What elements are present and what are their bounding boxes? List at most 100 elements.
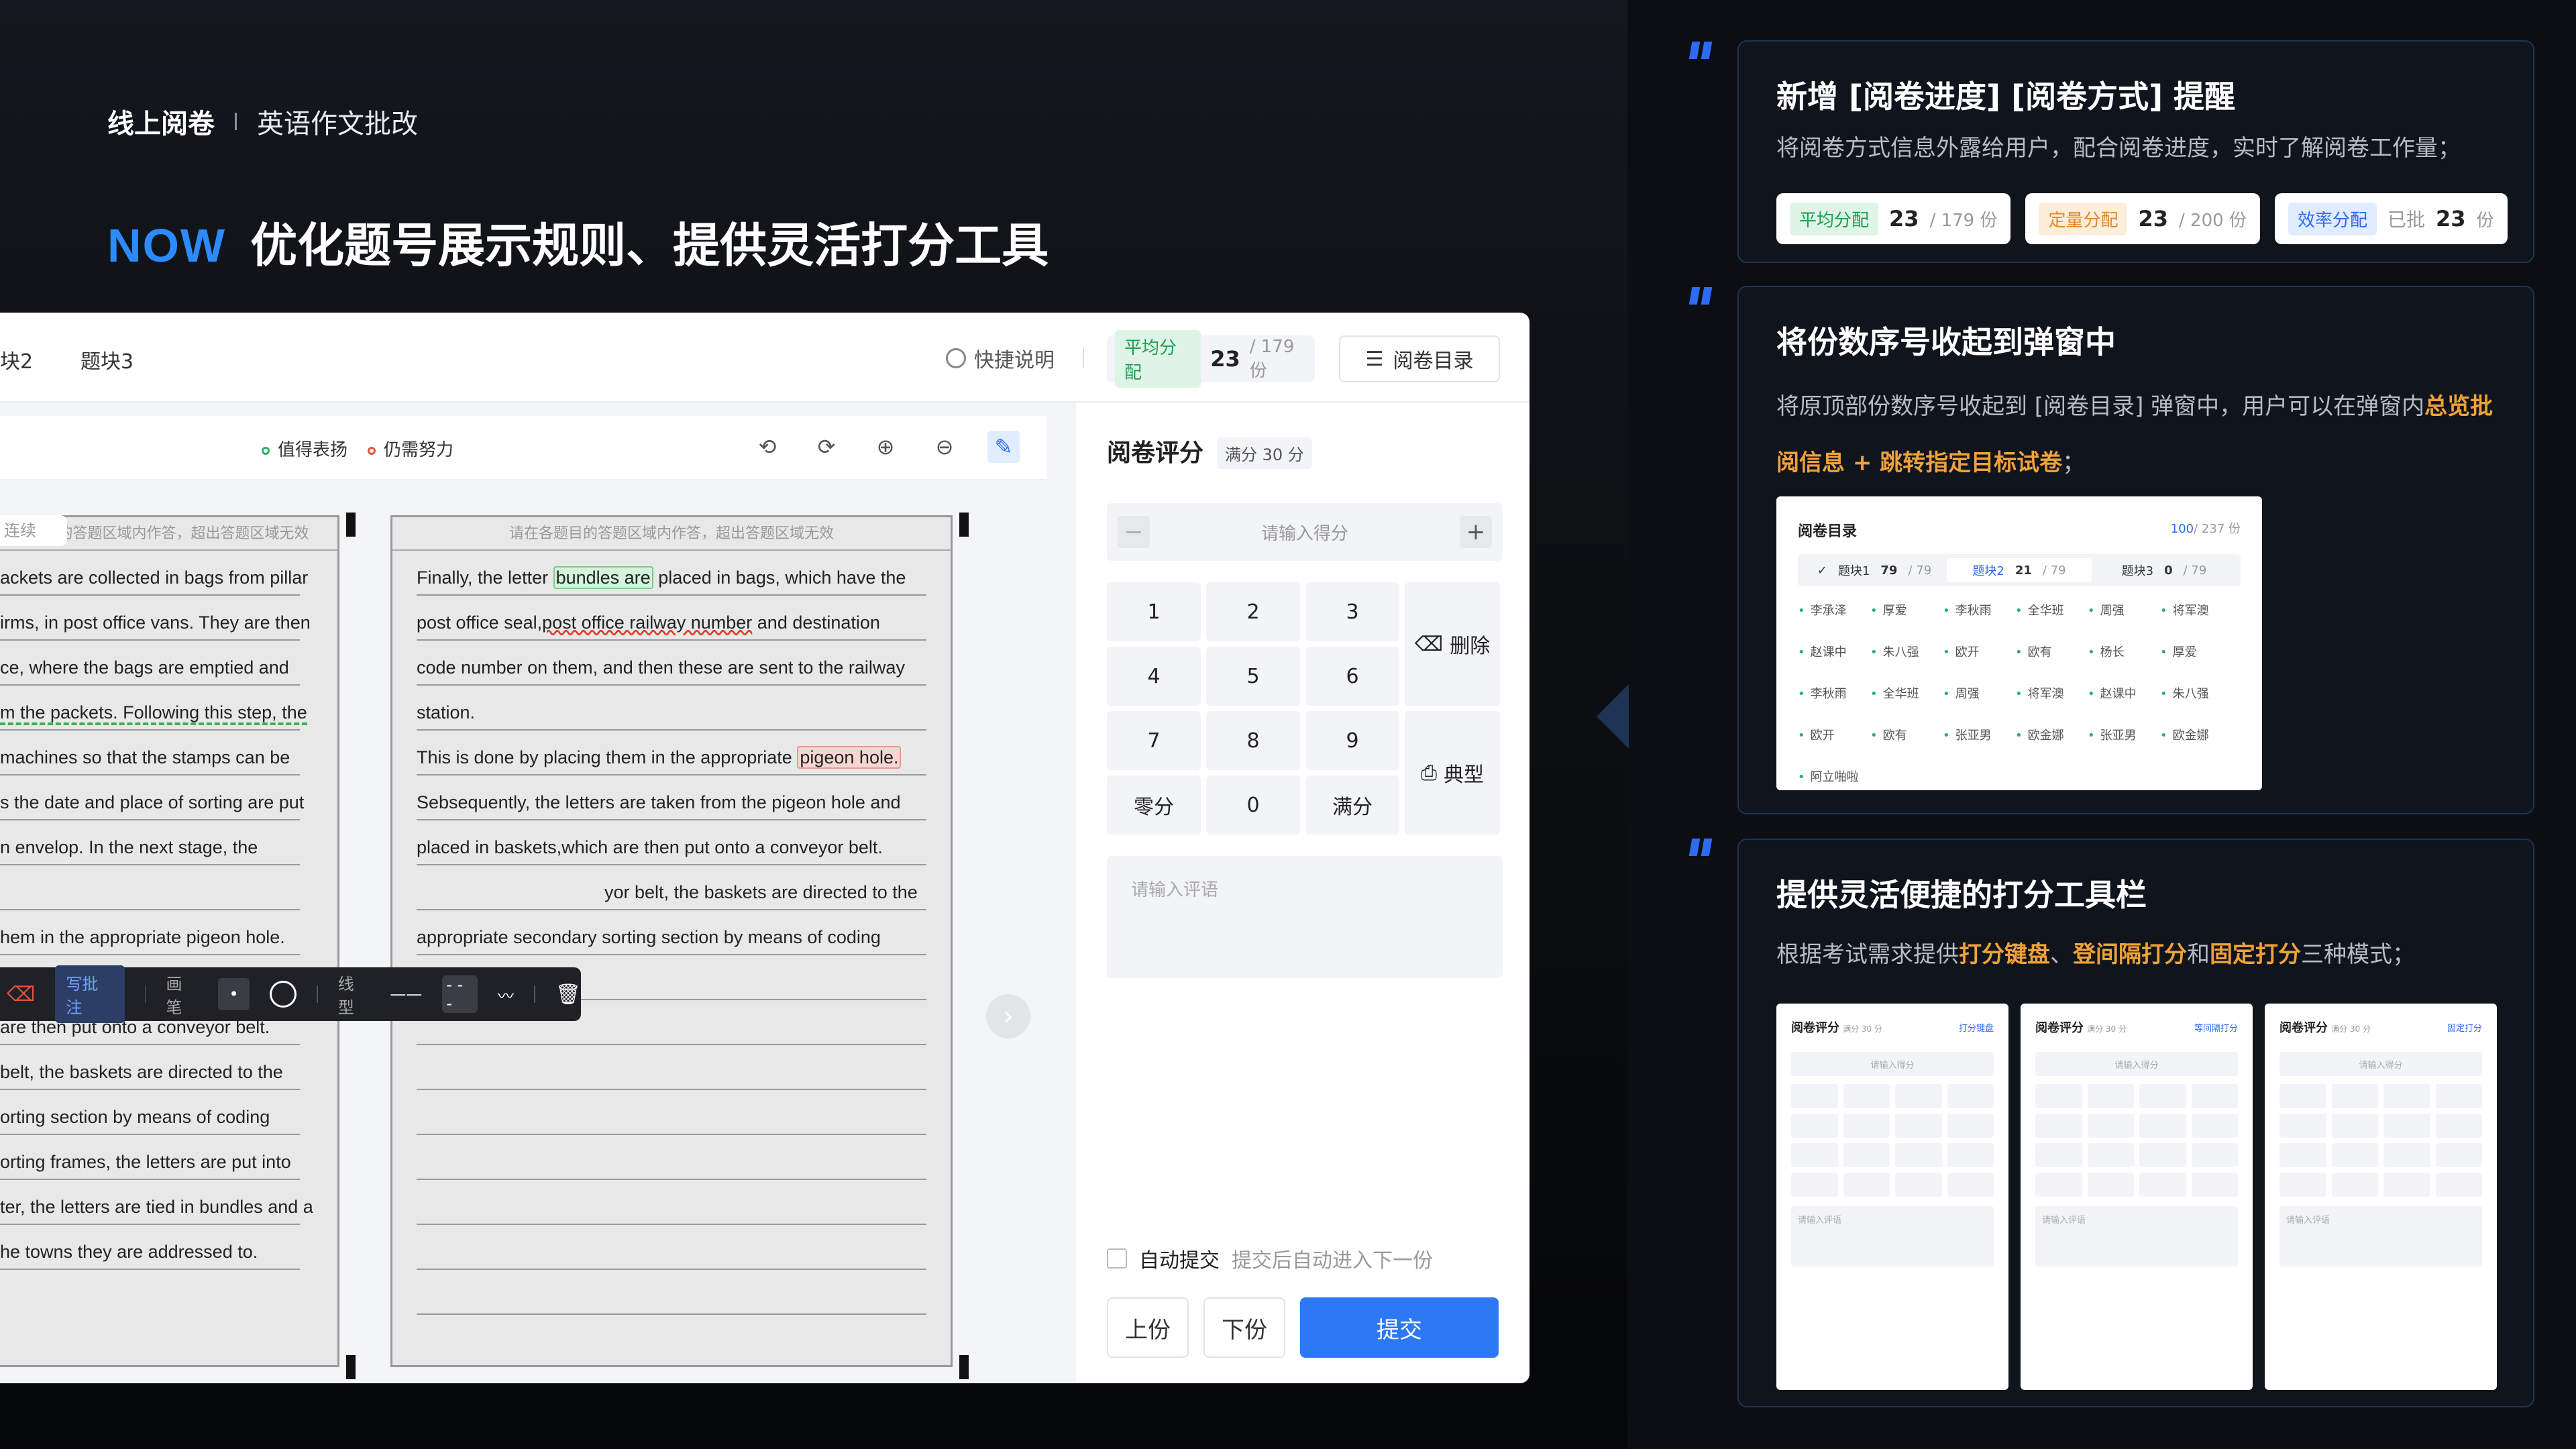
mini-key[interactable] xyxy=(2087,1084,2134,1108)
student-name[interactable]: 周强 xyxy=(2088,601,2160,619)
key-5[interactable]: 5 xyxy=(1206,647,1300,706)
key-3[interactable]: 3 xyxy=(1305,582,1399,641)
mini-key[interactable] xyxy=(2191,1084,2238,1108)
student-name[interactable]: 张亚男 xyxy=(1943,726,2015,743)
student-name[interactable]: 赵课中 xyxy=(2088,684,2160,702)
student-name[interactable]: 厚爱 xyxy=(2160,643,2233,660)
student-name[interactable]: 将军澳 xyxy=(2015,684,2088,702)
zoom-out-icon[interactable]: ⊖ xyxy=(928,431,961,463)
student-name[interactable]: 欧有 xyxy=(2015,643,2088,660)
student-name[interactable]: 朱八强 xyxy=(2160,684,2233,702)
student-name[interactable]: 李秋雨 xyxy=(1943,601,2015,619)
mini-key[interactable] xyxy=(2331,1084,2378,1108)
key-6[interactable]: 6 xyxy=(1305,647,1399,706)
mini-key[interactable] xyxy=(2087,1114,2134,1138)
student-name[interactable]: 赵课中 xyxy=(1798,643,1870,660)
mini-key[interactable] xyxy=(2139,1143,2186,1167)
key-9[interactable]: 9 xyxy=(1305,711,1399,770)
improve-highlight[interactable]: pigeon hole. xyxy=(797,746,902,769)
student-name[interactable]: 全华班 xyxy=(2015,601,2088,619)
student-name[interactable]: 欧开 xyxy=(1943,643,2015,660)
mini-key[interactable] xyxy=(1791,1173,1838,1197)
mini-key[interactable] xyxy=(2139,1173,2186,1197)
mini-mode-select[interactable]: 打分键盘 xyxy=(1959,1021,1994,1034)
mini-key[interactable] xyxy=(2035,1114,2082,1138)
student-name[interactable]: 张亚男 xyxy=(2088,726,2160,743)
popup-block-tab[interactable]: ✓ 题块1 79 / 79 xyxy=(1802,561,1947,579)
student-name[interactable]: 欧金娜 xyxy=(2015,726,2088,743)
comment-input[interactable]: 请输入评语 xyxy=(1107,856,1503,978)
mini-key[interactable] xyxy=(1791,1114,1838,1138)
prev-button[interactable]: 上份 xyxy=(1107,1297,1189,1358)
mini-key[interactable] xyxy=(2435,1114,2482,1138)
zoom-in-icon[interactable]: ⊕ xyxy=(869,431,902,463)
tab-block-2[interactable]: 块2 xyxy=(0,345,33,374)
help-link[interactable]: 快捷说明 xyxy=(946,343,1055,373)
mini-key[interactable] xyxy=(2087,1143,2134,1167)
mini-key[interactable] xyxy=(2035,1084,2082,1108)
mini-key[interactable] xyxy=(1947,1143,1994,1167)
mini-key[interactable] xyxy=(2139,1084,2186,1108)
catalog-button[interactable]: ☰ 阅卷目录 xyxy=(1339,335,1500,382)
mini-key[interactable] xyxy=(2383,1084,2430,1108)
mini-key[interactable] xyxy=(2191,1173,2238,1197)
tab-block-3[interactable]: 题块3 xyxy=(80,345,133,374)
student-name[interactable]: 欧金娜 xyxy=(2160,726,2233,743)
line-dashed-icon[interactable]: - - - xyxy=(442,975,478,1013)
mini-key[interactable] xyxy=(2139,1114,2186,1138)
mini-mode-select[interactable]: 等间隔打分 xyxy=(2194,1021,2238,1034)
popup-block-tab-active[interactable]: 题块2 21 / 79 xyxy=(1947,558,2092,582)
mini-key[interactable] xyxy=(1895,1173,1942,1197)
mini-key[interactable] xyxy=(1843,1084,1890,1108)
key-4[interactable]: 4 xyxy=(1107,647,1201,706)
trash-icon[interactable]: 🗑 xyxy=(555,983,581,1006)
crop-handle[interactable] xyxy=(959,513,969,537)
mini-key[interactable] xyxy=(2331,1143,2378,1167)
mini-key[interactable] xyxy=(2435,1143,2482,1167)
write-comment-button[interactable]: 写批注 xyxy=(55,965,125,1023)
student-name[interactable]: 欧有 xyxy=(1870,726,1943,743)
mini-key[interactable] xyxy=(2383,1173,2430,1197)
mini-score-input[interactable]: 请输入得分 xyxy=(2035,1052,2238,1076)
key-2[interactable]: 2 xyxy=(1206,582,1300,641)
error-underline[interactable]: post office railway number xyxy=(542,612,752,633)
crop-handle[interactable] xyxy=(346,513,356,537)
student-name[interactable]: 周强 xyxy=(1943,684,2015,702)
pen-small-icon[interactable]: • xyxy=(217,978,250,1010)
praise-highlight[interactable]: bundles are xyxy=(553,566,653,589)
mini-key[interactable] xyxy=(2331,1173,2378,1197)
student-name[interactable]: 将军澳 xyxy=(2160,601,2233,619)
mini-key[interactable] xyxy=(1843,1114,1890,1138)
student-name[interactable]: 李秋雨 xyxy=(1798,684,1870,702)
mini-comment[interactable]: 请输入评语 xyxy=(2279,1206,2482,1267)
crop-handle[interactable] xyxy=(959,1355,969,1379)
mini-key[interactable] xyxy=(2331,1114,2378,1138)
mini-score-input[interactable]: 请输入得分 xyxy=(1791,1052,1994,1076)
line-wavy-icon[interactable]: 〰 xyxy=(498,983,514,1006)
popup-block-tab[interactable]: 题块3 0 / 79 xyxy=(2092,561,2237,579)
mini-key[interactable] xyxy=(1947,1173,1994,1197)
mini-key[interactable] xyxy=(1791,1143,1838,1167)
delete-key[interactable]: ⌫ 删除 xyxy=(1405,582,1500,706)
key-zero-score[interactable]: 零分 xyxy=(1107,775,1201,835)
crop-handle[interactable] xyxy=(346,1355,356,1379)
score-input[interactable]: − 请输入得分 + xyxy=(1107,503,1503,561)
student-name[interactable]: 厚爱 xyxy=(1870,601,1943,619)
mini-key[interactable] xyxy=(2087,1173,2134,1197)
student-name[interactable]: 全华班 xyxy=(1870,684,1943,702)
key-1[interactable]: 1 xyxy=(1107,582,1201,641)
rotate-right-icon[interactable]: ⟳ xyxy=(810,431,843,463)
praise-dashed-mark[interactable]: m the packets. Following this step, the xyxy=(0,702,307,725)
minus-icon[interactable]: − xyxy=(1118,516,1150,548)
mini-key[interactable] xyxy=(1947,1114,1994,1138)
student-name[interactable]: 杨长 xyxy=(2088,643,2160,660)
mini-key[interactable] xyxy=(2035,1173,2082,1197)
mini-comment[interactable]: 请输入评语 xyxy=(1791,1206,1994,1267)
mini-key[interactable] xyxy=(2191,1143,2238,1167)
mini-key[interactable] xyxy=(2279,1084,2326,1108)
annotate-icon[interactable]: ✎ xyxy=(987,431,1020,463)
student-name[interactable]: 朱八强 xyxy=(1870,643,1943,660)
mini-key[interactable] xyxy=(2279,1114,2326,1138)
mini-key[interactable] xyxy=(1947,1084,1994,1108)
mini-mode-select[interactable]: 固定打分 xyxy=(2447,1021,2482,1034)
